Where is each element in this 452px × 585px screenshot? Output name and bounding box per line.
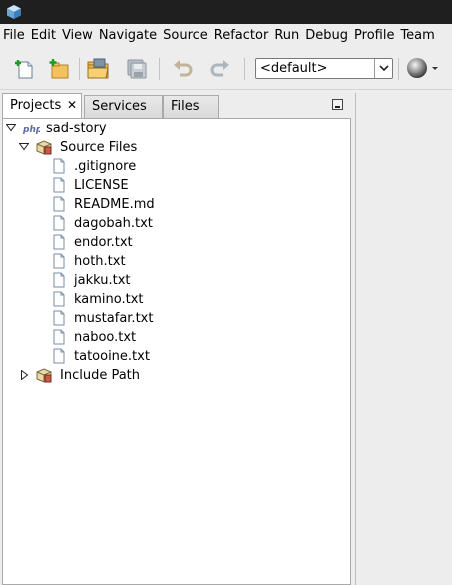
menu-debug[interactable]: Debug — [304, 25, 351, 47]
file-name: endor.txt — [74, 235, 133, 250]
file-icon — [53, 272, 65, 288]
new-project-button[interactable] — [46, 56, 72, 82]
collapsed-triangle-icon[interactable] — [20, 370, 30, 380]
chevron-down-icon[interactable] — [374, 59, 392, 78]
file-name: naboo.txt — [74, 330, 137, 345]
netbeans-cube-icon — [7, 5, 21, 19]
undo-icon — [174, 60, 193, 77]
tree-node-file[interactable]: naboo.txt — [3, 328, 348, 347]
tree-node-file[interactable]: README.md — [3, 195, 348, 214]
tree-node-file[interactable]: .gitignore — [3, 157, 348, 176]
file-name: .gitignore — [74, 159, 137, 174]
tree-node-file[interactable]: mustafar.txt — [3, 309, 348, 328]
tree-node-file[interactable]: endor.txt — [3, 233, 348, 252]
source-package-icon — [36, 140, 52, 155]
redo-icon — [210, 60, 229, 77]
tree-node-file[interactable]: hoth.txt — [3, 252, 348, 271]
globe-icon — [407, 58, 438, 78]
save-all-button[interactable] — [123, 56, 149, 82]
file-icon — [53, 196, 65, 212]
menu-view[interactable]: View — [61, 25, 96, 47]
project-configuration-select[interactable]: <default> — [255, 58, 393, 79]
window-titlebar — [0, 0, 452, 24]
toolbar-separator — [244, 58, 245, 80]
file-icon — [53, 215, 65, 231]
new-project-icon — [49, 59, 69, 79]
tab-projects-label: Projects — [10, 98, 62, 113]
library-package-icon — [36, 368, 52, 383]
menu-refactor[interactable]: Refactor — [213, 25, 272, 47]
file-icon — [53, 158, 65, 174]
svg-text:php: php — [22, 125, 40, 135]
tab-files-label: Files — [171, 99, 200, 114]
file-icon — [53, 177, 65, 193]
menu-source[interactable]: Source — [162, 25, 211, 47]
new-file-button[interactable] — [12, 56, 38, 82]
file-name: LICENSE — [74, 178, 129, 193]
tree-node-include-path[interactable]: Include Path — [3, 366, 348, 385]
file-icon — [53, 329, 65, 345]
tree-node-file[interactable]: tatooine.txt — [3, 347, 348, 366]
php-project-icon: php — [22, 125, 40, 135]
menu-run[interactable]: Run — [273, 25, 302, 47]
file-name: README.md — [74, 197, 155, 212]
minimize-window-group-button[interactable] — [332, 99, 343, 110]
tab-projects[interactable]: Projects ✕ — [2, 93, 82, 118]
toolbar-separator — [159, 58, 160, 80]
tab-services[interactable]: Services — [84, 95, 163, 118]
file-icon — [53, 234, 65, 250]
run-browser-button[interactable] — [404, 56, 440, 80]
file-icon — [53, 310, 65, 326]
file-icon — [53, 291, 65, 307]
menu-navigate[interactable]: Navigate — [98, 25, 160, 47]
toolbar-separator — [79, 58, 80, 80]
undo-button[interactable] — [170, 56, 196, 82]
projects-tree: php sad-story Source Files .gitignore LI… — [2, 118, 351, 585]
file-name: jakku.txt — [74, 273, 131, 288]
source-files-label: Source Files — [60, 140, 138, 155]
open-project-icon — [87, 58, 109, 79]
expand-triangle-icon[interactable] — [6, 123, 16, 133]
file-name: dagobah.txt — [74, 216, 153, 231]
tree-node-project[interactable]: php sad-story — [3, 119, 348, 138]
file-name: hoth.txt — [74, 254, 126, 269]
toolbar-separator — [398, 58, 399, 80]
file-icon — [53, 253, 65, 269]
tree-node-file[interactable]: LICENSE — [3, 176, 348, 195]
configuration-value: <default> — [260, 61, 328, 76]
tree-node-file[interactable]: jakku.txt — [3, 271, 348, 290]
save-all-icon — [127, 59, 147, 79]
menu-team[interactable]: Team — [399, 25, 437, 47]
tab-services-label: Services — [92, 99, 147, 114]
file-icon — [53, 348, 65, 364]
close-icon[interactable]: ✕ — [67, 94, 77, 117]
tree-node-source-files[interactable]: Source Files — [3, 138, 348, 157]
file-name: tatooine.txt — [74, 349, 150, 364]
project-name: sad-story — [46, 121, 107, 136]
tab-files[interactable]: Files — [163, 95, 219, 118]
include-path-label: Include Path — [60, 368, 141, 383]
new-file-icon — [15, 60, 33, 79]
tree-node-file[interactable]: dagobah.txt — [3, 214, 348, 233]
menu-edit[interactable]: Edit — [30, 25, 59, 47]
explorer-tab-strip: Services Files Projects ✕ — [0, 93, 352, 118]
menu-bar: File Edit View Navigate Source Refactor … — [0, 24, 452, 48]
expand-triangle-icon[interactable] — [19, 142, 29, 152]
file-name: mustafar.txt — [74, 311, 154, 326]
file-name: kamino.txt — [74, 292, 144, 307]
redo-button[interactable] — [207, 56, 233, 82]
open-project-button[interactable] — [85, 56, 111, 82]
tree-node-file[interactable]: kamino.txt — [3, 290, 348, 309]
editor-area — [355, 93, 452, 585]
menu-profile[interactable]: Profile — [353, 25, 397, 47]
